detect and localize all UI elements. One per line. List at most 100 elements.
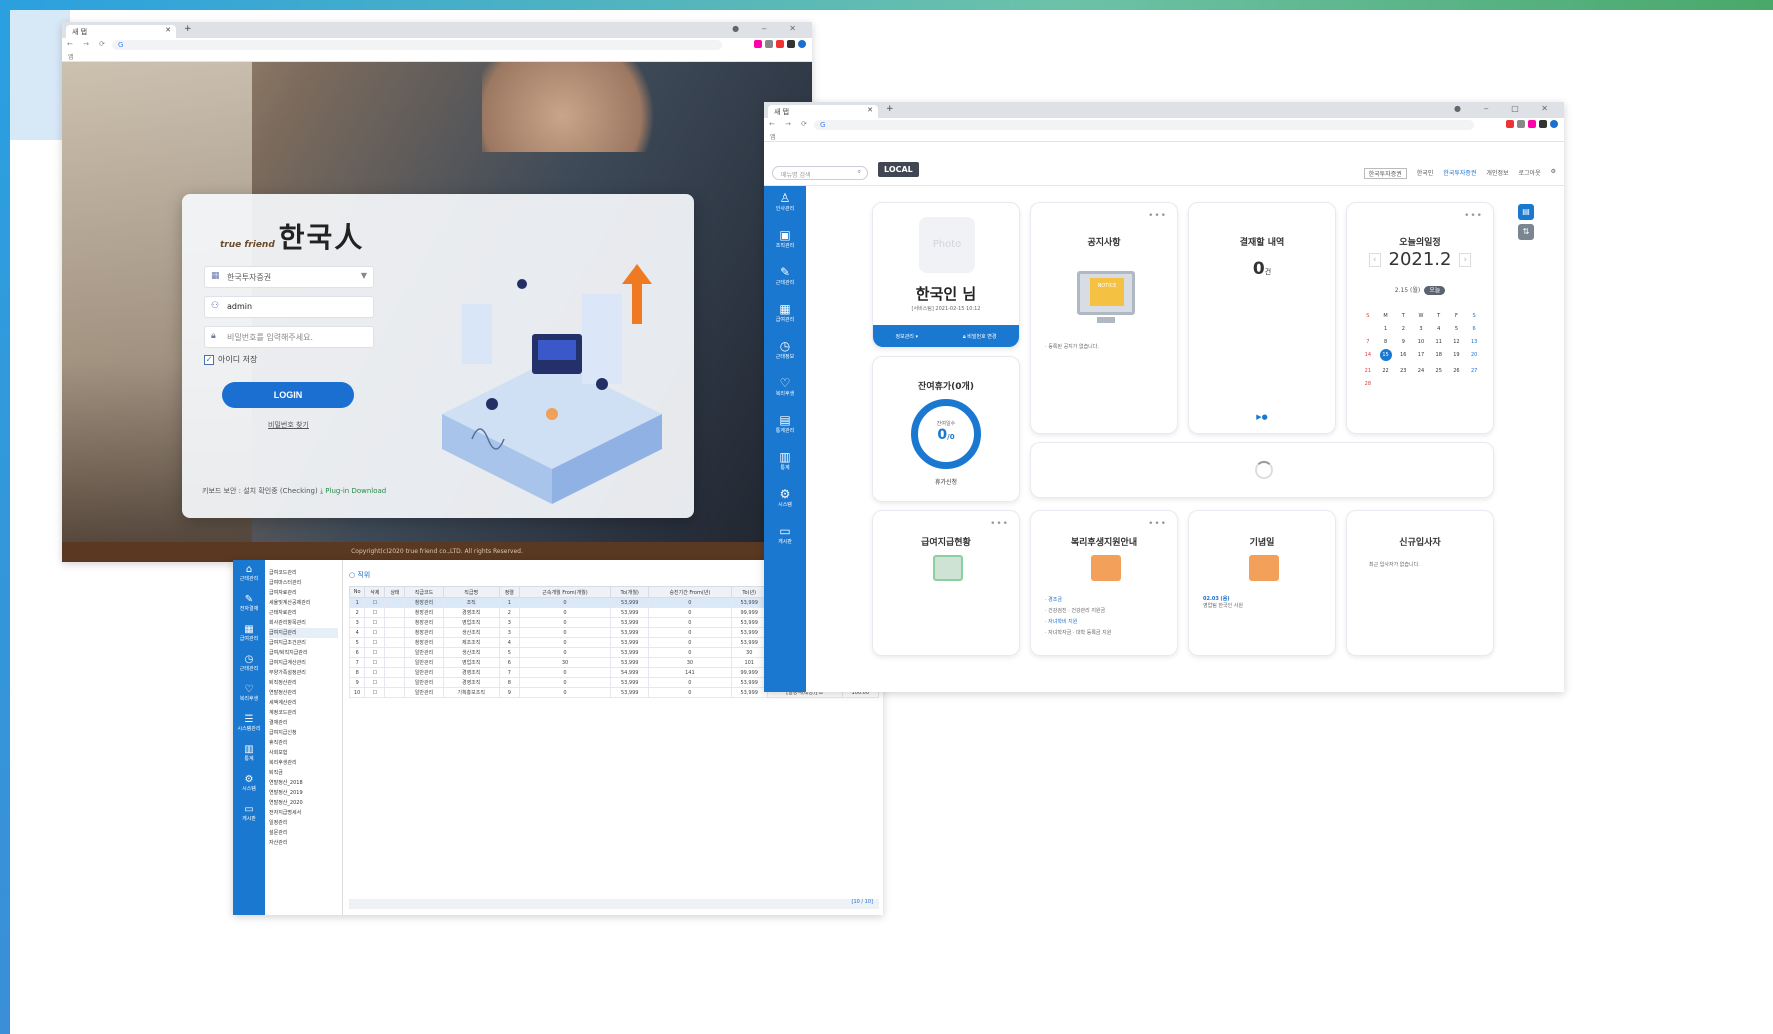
header-link-logout[interactable]: 로그아웃 (1519, 168, 1541, 179)
sidebar-item[interactable]: ⚙ 시스템 (233, 770, 265, 800)
calendar-day[interactable]: 19 (1448, 352, 1466, 361)
user-id-field[interactable]: ⚇ admin (204, 296, 374, 318)
table-cell[interactable]: ☐ (364, 617, 386, 628)
row-checkbox[interactable]: ☐ (373, 680, 377, 686)
column-header[interactable]: 승진기간 From(년) (648, 586, 732, 598)
row-checkbox[interactable]: ☐ (373, 630, 377, 636)
calendar-day[interactable]: 2 (1394, 326, 1412, 332)
submenu-item[interactable]: 세액계산관리 (269, 698, 338, 708)
calendar-day[interactable]: 9 (1394, 339, 1412, 345)
submenu-item[interactable]: 결재관리 (269, 718, 338, 728)
sidebar-item[interactable]: ▭ 게시판 (233, 800, 265, 830)
calendar-day[interactable]: 3 (1412, 326, 1430, 332)
extension-icons[interactable] (1506, 120, 1558, 128)
table-cell[interactable]: ☐ (364, 597, 386, 608)
calendar-day[interactable]: 1 (1377, 326, 1395, 332)
sidebar-item[interactable]: ♡ 복리후생 (764, 371, 806, 408)
submenu-item[interactable]: 복리후생관리 (269, 758, 338, 768)
next-month-icon[interactable]: › (1459, 253, 1472, 267)
close-tab-icon[interactable]: ✕ (165, 26, 171, 34)
calendar-day[interactable]: 21 (1359, 368, 1377, 374)
submenu-item[interactable]: 연말정산_2019 (269, 788, 338, 798)
prev-month-icon[interactable]: ‹ (1368, 253, 1381, 267)
column-header[interactable]: 근속개월 From(개월) (518, 586, 612, 598)
window-controls[interactable]: ● ‒ ✕ (732, 24, 806, 33)
sidebar-item[interactable]: ▦ 급여관리 (764, 297, 806, 334)
row-checkbox[interactable]: ☐ (373, 620, 377, 626)
more-icon[interactable]: ••• (1464, 211, 1483, 221)
calendar-day[interactable]: 22 (1377, 368, 1395, 374)
leave-request-link[interactable]: 휴가신청 (873, 477, 1019, 486)
new-tab-icon[interactable]: + (886, 104, 894, 114)
row-checkbox[interactable]: ☐ (373, 640, 377, 646)
calendar-day[interactable]: 6 (1465, 326, 1483, 332)
extension-icons[interactable] (754, 40, 806, 48)
table-cell[interactable]: ☐ (364, 667, 386, 678)
column-header[interactable]: 직급코드 (404, 586, 444, 598)
calendar-day[interactable]: 16 (1394, 352, 1412, 361)
company-select[interactable]: 한국투자증권 (1363, 168, 1407, 179)
table-cell[interactable]: ☐ (364, 677, 386, 688)
browser-tab[interactable]: 새 탭 ✕ (66, 25, 176, 38)
calendar-day[interactable]: 8 (1377, 339, 1395, 345)
calendar-day[interactable]: 10 (1412, 339, 1430, 345)
submenu-item[interactable]: 연말정산관리 (269, 688, 338, 698)
find-password-link[interactable]: 비밀번호 찾기 (268, 420, 309, 430)
submenu-item[interactable]: 근태자료관리 (269, 608, 338, 618)
submenu-item[interactable]: 연말정산_2020 (269, 798, 338, 808)
submenu-item[interactable]: 퇴직정산관리 (269, 678, 338, 688)
row-checkbox[interactable]: ☐ (373, 610, 377, 616)
carousel-pager[interactable]: ▶● (1189, 413, 1335, 421)
calendar-day[interactable]: 14 (1359, 352, 1377, 361)
nav-buttons[interactable]: ← → ⟳ (67, 40, 109, 48)
table-cell[interactable]: ☐ (364, 607, 386, 618)
submenu-item[interactable]: 급여/퇴직지급관리 (269, 648, 338, 658)
submenu-item[interactable]: 설문관리 (269, 828, 338, 838)
sidebar-item[interactable]: ✎ 전자결재 (233, 590, 265, 620)
submenu-item[interactable]: 급여지급신청 (269, 728, 338, 738)
submenu-item[interactable]: 연말정산_2018 (269, 778, 338, 788)
close-tab-icon[interactable]: ✕ (867, 106, 873, 114)
sidebar-item[interactable]: ⚙ 시스템 (764, 482, 806, 519)
calendar-day[interactable]: 20 (1465, 352, 1483, 361)
anniversary-item[interactable]: 02.03 (음) 영업팀 한국인 사원 (1203, 595, 1243, 609)
change-password-button[interactable]: 🔒︎ 비밀번호 변경 (963, 333, 996, 340)
search-icon[interactable]: ⌕ (858, 168, 861, 176)
submenu-item[interactable]: 부양가족설정관리 (269, 668, 338, 678)
sidebar-item[interactable]: ✎ 근태관리 (764, 260, 806, 297)
sidebar-item[interactable]: ▥ 통계 (233, 740, 265, 770)
submenu-item[interactable]: 회사관리항목관리 (269, 618, 338, 628)
info-manage-button[interactable]: 정보관리 ▾ (896, 333, 919, 340)
list-item[interactable]: · 자녀학자금 · 대학 등록금 지원 (1045, 628, 1165, 639)
password-field[interactable]: 🔒︎ 비밀번호를 입력해주세요. (204, 326, 374, 348)
sidebar-item[interactable]: ♡ 복리후생 (233, 680, 265, 710)
column-header[interactable]: 정렬 (498, 586, 520, 598)
calendar-day[interactable]: 5 (1448, 326, 1466, 332)
sidebar-item[interactable]: ▤ 통계관리 (764, 408, 806, 445)
calendar-day[interactable]: 24 (1412, 368, 1430, 374)
table-cell[interactable]: ☐ (364, 687, 386, 698)
column-header[interactable]: To(개월) (610, 586, 650, 598)
more-icon[interactable]: ••• (1148, 519, 1167, 529)
company-select[interactable]: ▦ 한국투자증권 ▼ (204, 266, 374, 288)
submenu-item[interactable]: 급여자료관리 (269, 588, 338, 598)
submenu-item[interactable]: 계정코드관리 (269, 708, 338, 718)
header-link-profile[interactable]: 개인정보 (1486, 168, 1508, 179)
quick-menu-button[interactable]: ▤ (1518, 204, 1534, 220)
submenu-item[interactable]: 급여마스터관리 (269, 578, 338, 588)
browser-tab[interactable]: 새 탭 ✕ (768, 105, 878, 118)
submenu-item[interactable]: 세율및계산공제관리 (269, 598, 338, 608)
new-tab-icon[interactable]: + (184, 24, 192, 34)
column-header[interactable]: To(년) (730, 586, 768, 598)
omnibox[interactable]: G (814, 120, 1474, 130)
sidebar-item[interactable]: ▣ 조직관리 (764, 223, 806, 260)
calendar-day[interactable]: 7 (1359, 339, 1377, 345)
calendar-day[interactable]: 13 (1465, 339, 1483, 345)
more-icon[interactable]: ••• (1148, 211, 1167, 221)
calendar-day[interactable]: 15 (1379, 349, 1392, 361)
plugin-download-link[interactable]: ⤓ Plug-in Download (320, 487, 386, 495)
submenu-item[interactable]: 급여코드관리 (269, 568, 338, 578)
submenu-item[interactable]: 자산관리 (269, 838, 338, 848)
sidebar-item[interactable]: ▭ 게시판 (764, 519, 806, 556)
list-item[interactable]: · 경조금 (1045, 595, 1165, 606)
